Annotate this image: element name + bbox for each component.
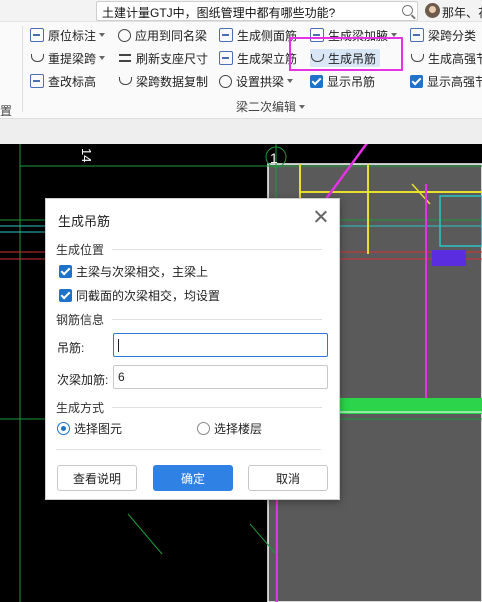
cancel-button[interactable]: 取消 — [248, 465, 328, 491]
refresh-support-size-button[interactable]: 刷新支座尺寸 — [118, 49, 208, 67]
label: 生成高强节 — [428, 51, 482, 66]
rebar-section: 钢筋信息 — [56, 311, 323, 328]
copy-icon — [118, 74, 132, 88]
label: 生成架立筋 — [237, 51, 298, 66]
apply-icon — [118, 28, 131, 42]
hanger-label: 吊筋: — [57, 341, 85, 355]
dialog-title: 生成吊筋 — [58, 214, 111, 229]
axis-number: 1 — [270, 150, 278, 166]
search-box[interactable]: 土建计量GTJ中，图纸管理中都有哪些功能? — [96, 1, 418, 21]
span-classification-button[interactable]: 梁跨分类 — [410, 26, 476, 44]
checkbox-checked-icon[interactable] — [410, 74, 423, 88]
checkbox-label: 同截面的次梁相交，均设置 — [76, 289, 221, 303]
section-title: 生成方式 — [56, 401, 105, 415]
option-main-beam-checkbox[interactable]: 主梁与次梁相交，主梁上 — [59, 263, 208, 280]
radio-selected-icon[interactable] — [57, 422, 70, 435]
re-extract-span-button[interactable]: 重提梁跨 — [30, 49, 106, 67]
secondary-bar-label: 次梁加筋: — [57, 373, 109, 387]
radio-unselected-icon[interactable] — [197, 422, 210, 435]
generate-high-strength-button[interactable]: 生成高强节 — [410, 49, 482, 67]
divider — [56, 449, 321, 450]
refresh-icon — [118, 51, 132, 65]
label: 查改标高 — [48, 74, 97, 89]
select-floor-radio[interactable]: 选择楼层 — [197, 420, 262, 437]
label: 梁跨分类 — [428, 28, 477, 43]
classify-icon — [410, 28, 424, 42]
generate-erection-bar-button[interactable]: 生成架立筋 — [219, 49, 297, 67]
label: 显示吊筋 — [327, 74, 376, 89]
original-annotation-button[interactable]: 原位标注 — [30, 26, 106, 44]
label: 梁跨数据复制 — [136, 74, 209, 89]
ok-button[interactable]: 确定 — [153, 465, 233, 491]
checkbox-checked-icon[interactable] — [310, 74, 323, 88]
edit-elevation-button[interactable]: 查改标高 — [30, 72, 96, 90]
close-icon[interactable] — [313, 209, 329, 225]
ribbon-separator — [22, 26, 23, 112]
divider — [112, 319, 323, 320]
radio-label: 选择图元 — [74, 422, 123, 436]
label: 原位标注 — [48, 28, 97, 43]
divider — [112, 407, 323, 408]
erection-bar-icon — [219, 51, 233, 65]
axis-number-left: 14 — [79, 148, 94, 162]
help-button[interactable]: 查看说明 — [57, 465, 137, 491]
position-section: 生成位置 — [56, 241, 323, 258]
checkbox-checked-icon[interactable] — [59, 289, 72, 302]
tab-strip — [0, 118, 482, 144]
search-query[interactable]: 土建计量GTJ中，图纸管理中都有哪些功能? — [102, 4, 335, 21]
section-title: 钢筋信息 — [56, 313, 105, 327]
select-element-radio[interactable]: 选择图元 — [57, 420, 122, 437]
label: 设置拱梁 — [236, 74, 285, 89]
arch-icon — [219, 74, 232, 88]
show-hanger-bar-checkbox[interactable]: 显示吊筋 — [310, 72, 375, 90]
diagonal-line — [127, 513, 163, 555]
side-rebar-icon — [219, 28, 233, 42]
label: 显示高强节 — [427, 74, 482, 89]
footer-divider — [56, 449, 321, 450]
blue-beam-end — [432, 250, 466, 266]
left-group-label: 置 — [0, 104, 13, 118]
radio-label: 选择楼层 — [214, 422, 263, 436]
user-name[interactable]: 那年、花 — [442, 4, 482, 21]
top-bar: 土建计量GTJ中，图纸管理中都有哪些功能? 那年、花 — [0, 0, 482, 22]
ribbon: 原位标注 重提梁跨 查改标高 应用到同名梁 刷新支座尺寸 梁跨数据复制 生成侧面… — [0, 22, 482, 118]
search-icon[interactable] — [402, 5, 413, 16]
chevron-down-icon[interactable] — [299, 104, 306, 109]
chevron-down-icon[interactable] — [287, 79, 294, 83]
span-icon — [30, 51, 44, 65]
divider — [112, 249, 323, 250]
show-high-strength-checkbox[interactable]: 显示高强节 — [410, 72, 482, 90]
label: 生成侧面筋 — [237, 28, 298, 43]
checkbox-checked-icon[interactable] — [59, 265, 72, 278]
ribbon-group-label[interactable]: 梁二次编辑 — [236, 98, 306, 115]
hanger-input[interactable] — [113, 333, 328, 357]
label: 刷新支座尺寸 — [136, 51, 209, 66]
elevation-icon — [30, 74, 44, 88]
method-section: 生成方式 — [56, 399, 323, 416]
label: 应用到同名梁 — [135, 28, 208, 43]
checkbox-label: 主梁与次梁相交，主梁上 — [76, 265, 209, 279]
copy-span-data-button[interactable]: 梁跨数据复制 — [118, 72, 208, 90]
secondary-value: 6 — [118, 370, 125, 384]
text-cursor — [118, 339, 119, 352]
apply-same-name-beam-button[interactable]: 应用到同名梁 — [118, 26, 207, 44]
option-same-section-checkbox[interactable]: 同截面的次梁相交，均设置 — [59, 287, 220, 304]
generate-hanger-dialog: 生成吊筋 生成位置 主梁与次梁相交，主梁上 同截面的次梁相交，均设置 钢筋信息 … — [45, 198, 340, 500]
high-strength-icon — [410, 51, 424, 65]
section-title: 生成位置 — [56, 243, 105, 257]
secondary-bar-input[interactable]: 6 — [113, 365, 328, 389]
annotation-icon — [30, 28, 44, 42]
label: 重提梁跨 — [48, 51, 97, 66]
generate-side-rebar-button[interactable]: 生成侧面筋 — [219, 26, 297, 44]
chevron-down-icon[interactable] — [99, 33, 106, 37]
avatar[interactable] — [425, 3, 440, 18]
annotation-highlight-box — [289, 37, 403, 71]
set-arch-beam-button[interactable]: 设置拱梁 — [219, 72, 294, 90]
chevron-down-icon[interactable] — [99, 56, 106, 60]
group-label-text: 梁二次编辑 — [236, 100, 297, 114]
